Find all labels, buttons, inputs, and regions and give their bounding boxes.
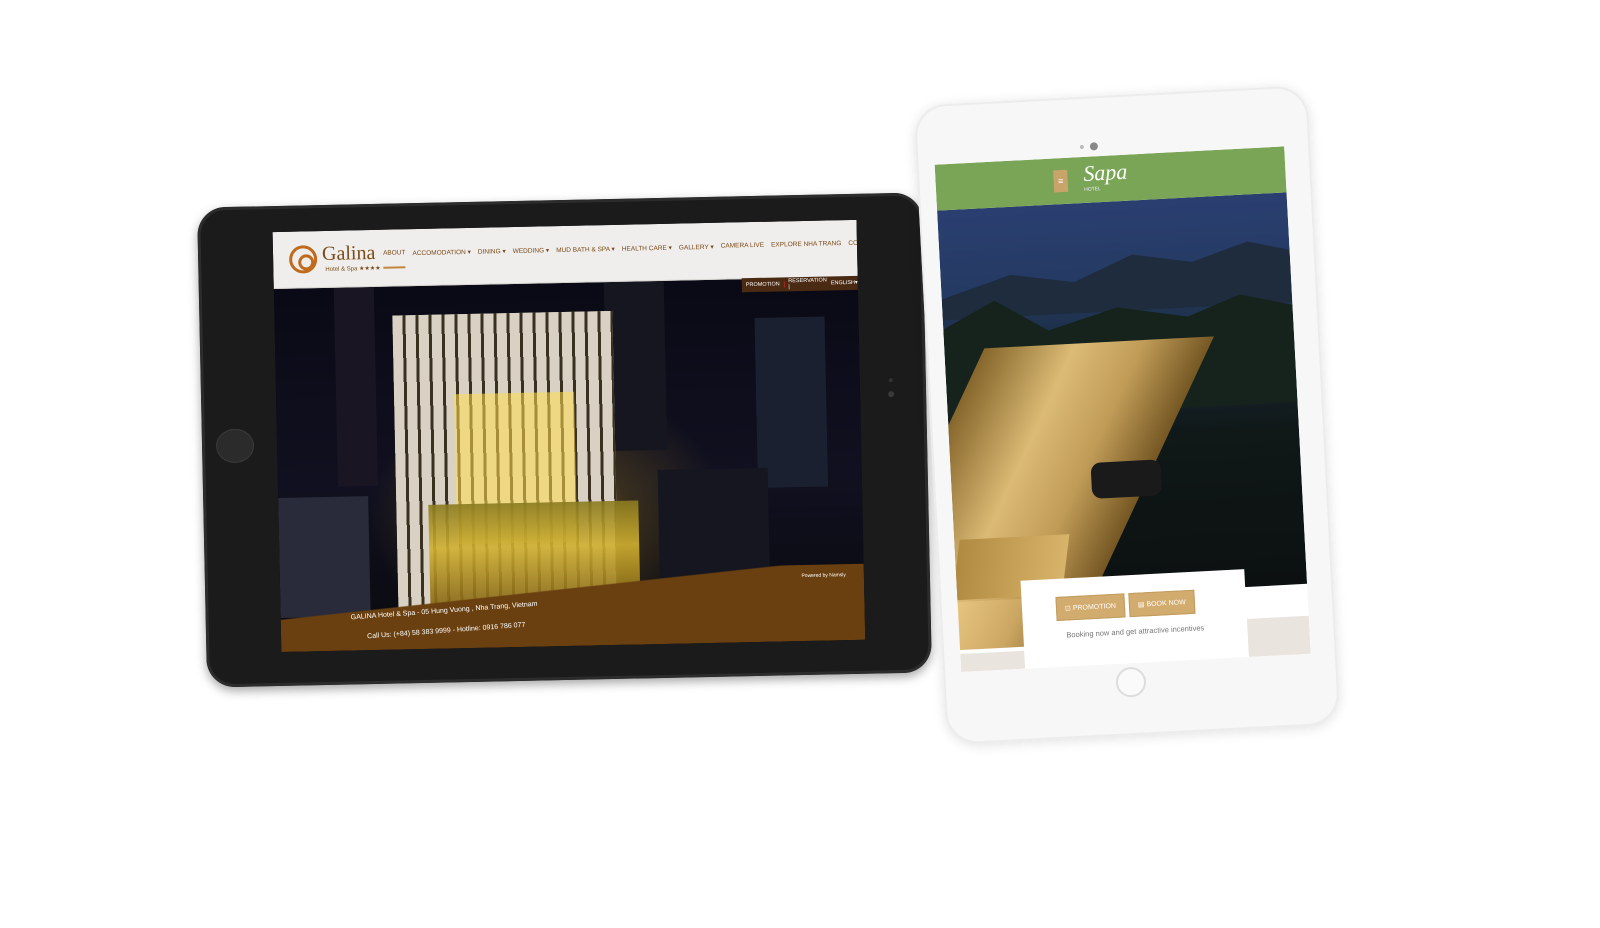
menu-dining[interactable]: DINING ▾	[478, 247, 506, 267]
camera-icon	[888, 378, 893, 383]
logo-name: Galina	[321, 241, 376, 266]
swirl-logo-icon	[288, 245, 318, 274]
menu-health-care[interactable]: HEALTH CARE ▾	[622, 244, 672, 264]
black-tablet-device: Galina Hotel & Spa ★★★★ ABOUT ACCOMODATI…	[197, 192, 932, 688]
promotion-button[interactable]: ⊡ PROMOTION	[1055, 593, 1126, 621]
booking-buttons: ⊡ PROMOTION ▤ BOOK NOW	[1055, 589, 1196, 621]
menu-camera-live[interactable]: CAMERA LIVE	[721, 242, 765, 262]
camera-icon	[888, 391, 895, 398]
camera-object	[1090, 459, 1163, 499]
powered-by: Powered by Namsly	[801, 572, 846, 580]
menu-gallery[interactable]: GALLERY ▾	[679, 243, 714, 263]
promotion-link[interactable]: PROMOTION	[746, 281, 780, 288]
booking-tagline: Booking now and get attractive incentive…	[1066, 623, 1205, 640]
menu-contact-us[interactable]: CONTACT US	[848, 239, 865, 259]
camera-icon	[1089, 142, 1099, 151]
footer-band	[960, 650, 1026, 673]
hotel-address: GALINA Hotel & Spa - 05 Hung Vuong , Nha…	[350, 600, 538, 622]
menu-mud-bath-spa[interactable]: MUD BATH & SPA ▾	[556, 245, 615, 265]
menu-about[interactable]: ABOUT	[382, 249, 406, 269]
logo-sub: HOTEL	[1084, 186, 1101, 193]
booking-card: ⊡ PROMOTION ▤ BOOK NOW Booking now and g…	[1020, 569, 1249, 671]
language-select[interactable]: ENGLISH▾	[831, 280, 858, 287]
home-button	[1115, 666, 1147, 698]
galina-logo[interactable]: Galina Hotel & Spa ★★★★	[288, 241, 381, 280]
menu-accomodation[interactable]: ACCOMODATION ▾	[412, 248, 471, 268]
footer-band	[1246, 615, 1311, 657]
menu-wedding[interactable]: WEDDING ▾	[513, 246, 550, 266]
sapa-screen: ≡ Sapa HOTEL ⊡ PROMOTION ▤ BOOK NOW Book…	[934, 146, 1311, 673]
reservation-link[interactable]: RESERVATION |	[788, 277, 827, 290]
book-now-button[interactable]: ▤ BOOK NOW	[1128, 589, 1196, 618]
menu-explore-nha-trang[interactable]: EXPLORE NHA TRANG	[771, 240, 842, 260]
hotel-phone: Call Us: (+84) 58 383 9999 - Hotline: 09…	[366, 621, 526, 641]
sensor-icon	[1079, 144, 1085, 150]
home-button	[215, 428, 255, 464]
top-action-strip: PROMOTION RESERVATION | ENGLISH▾	[741, 275, 858, 293]
white-tablet-device: ≡ Sapa HOTEL ⊡ PROMOTION ▤ BOOK NOW Book…	[913, 85, 1341, 745]
hamburger-menu-icon[interactable]: ≡	[1053, 169, 1069, 193]
galina-screen: Galina Hotel & Spa ★★★★ ABOUT ACCOMODATI…	[272, 219, 866, 652]
main-menu: ABOUT ACCOMODATION ▾ DINING ▾ WEDDING ▾ …	[382, 239, 865, 269]
sapa-logo[interactable]: Sapa	[1083, 159, 1128, 187]
site-footer: Powered by Namsly GALINA Hotel & Spa - 0…	[279, 563, 866, 652]
hero-image	[934, 192, 1308, 657]
logo-sub: Hotel & Spa ★★★★	[325, 265, 381, 273]
hot-badge-icon	[783, 281, 785, 288]
